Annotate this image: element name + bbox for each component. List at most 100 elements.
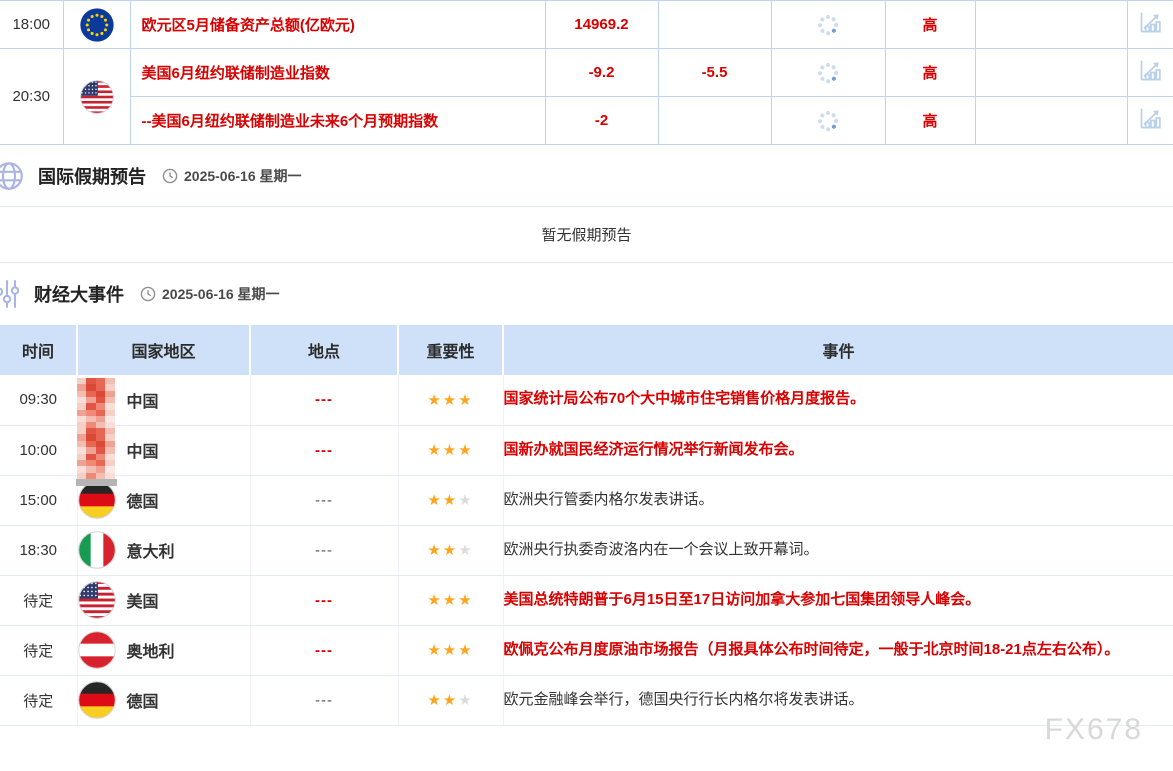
economic-data-row: 18:00欧元区5月储备资产总额(亿欧元)14969.2高 — [0, 1, 1173, 49]
star-filled-icon: ★ — [458, 392, 473, 409]
importance-stars-cell: ★★★ — [398, 575, 503, 625]
importance-cell: 高 — [885, 49, 975, 97]
holiday-section-title: 国际假期预告 — [38, 163, 146, 189]
loading-spinner-icon — [818, 15, 838, 35]
event-description-cell: 国新办就国民经济运行情况举行新闻发布会。 — [503, 425, 1173, 475]
economic-data-row: 20:30美国6月纽约联储制造业指数-9.2-5.5高 — [0, 49, 1173, 97]
empty-cell — [975, 97, 1127, 145]
chart-link-cell — [1127, 1, 1173, 49]
event-location-cell: --- — [250, 575, 398, 625]
loading-spinner-icon — [818, 111, 838, 131]
forecast-value-cell — [658, 1, 771, 49]
clock-icon — [140, 286, 156, 302]
us-flag-icon — [78, 581, 116, 619]
time-cell: 18:00 — [0, 1, 63, 49]
country-name: 美国 — [127, 588, 159, 612]
event-time-cell: 待定 — [0, 625, 77, 675]
chart-icon[interactable] — [1137, 105, 1164, 132]
pixelated-flag-image — [77, 428, 115, 479]
event-time-cell: 待定 — [0, 675, 77, 725]
previous-value-cell: -2 — [545, 97, 658, 145]
event-row: 待定德国---★★★欧元金融峰会举行，德国央行行长内格尔将发表讲话。 — [0, 675, 1173, 725]
event-time-cell: 待定 — [0, 575, 77, 625]
star-filled-icon: ★ — [427, 442, 442, 459]
country-flag-cell — [63, 1, 130, 49]
published-value-cell — [771, 97, 885, 145]
holiday-section-date: 2025-06-16 星期一 — [162, 166, 302, 186]
star-filled-icon: ★ — [427, 542, 442, 559]
star-filled-icon: ★ — [443, 592, 458, 609]
event-description-cell: 欧洲央行执委奇波洛内在一个会议上致开幕词。 — [503, 525, 1173, 575]
event-location-cell: --- — [250, 675, 398, 725]
importance-stars-cell: ★★★ — [398, 675, 503, 725]
star-filled-icon: ★ — [427, 492, 442, 509]
event-row: 10:00中国---★★★国新办就国民经济运行情况举行新闻发布会。 — [0, 425, 1173, 475]
star-empty-icon: ★ — [458, 542, 473, 559]
sliders-icon — [0, 278, 22, 310]
chart-icon[interactable] — [1137, 9, 1164, 36]
forecast-value-cell — [658, 97, 771, 145]
country-name: 奥地利 — [127, 638, 175, 662]
col-header-importance: 重要性 — [398, 325, 503, 375]
at-flag-icon — [78, 631, 116, 669]
forecast-value-cell: -5.5 — [658, 49, 771, 97]
empty-cell — [975, 49, 1127, 97]
holiday-section-header: 国际假期预告 2025-06-16 星期一 — [0, 145, 1173, 207]
country-name: 意大利 — [127, 538, 175, 562]
importance-stars-cell: ★★★ — [398, 625, 503, 675]
pixelated-flag-image — [77, 378, 115, 429]
star-filled-icon: ★ — [443, 442, 458, 459]
indicator-title-cell: --美国6月纽约联储制造业未来6个月预期指数 — [130, 97, 545, 145]
importance-stars-cell: ★★★ — [398, 375, 503, 425]
events-table-header-row: 时间 国家地区 地点 重要性 事件 — [0, 325, 1173, 375]
events-table: 时间 国家地区 地点 重要性 事件 09:30中国---★★★国家统计局公布70… — [0, 325, 1173, 726]
economic-calendar-page: 18:00欧元区5月储备资产总额(亿欧元)14969.2高20:30美国6月纽约… — [0, 0, 1173, 771]
loading-spinner-icon — [818, 63, 838, 83]
star-empty-icon: ★ — [458, 692, 473, 709]
star-filled-icon: ★ — [443, 392, 458, 409]
star-filled-icon: ★ — [427, 642, 442, 659]
importance-cell: 高 — [885, 1, 975, 49]
event-location-cell: --- — [250, 425, 398, 475]
events-section-header: 财经大事件 2025-06-16 星期一 — [0, 263, 1173, 325]
star-filled-icon: ★ — [443, 692, 458, 709]
empty-cell — [975, 1, 1127, 49]
event-country-cell: 中国 — [77, 425, 250, 475]
chart-link-cell — [1127, 97, 1173, 145]
star-filled-icon: ★ — [458, 642, 473, 659]
event-time-cell: 18:30 — [0, 525, 77, 575]
star-filled-icon: ★ — [443, 492, 458, 509]
col-header-time: 时间 — [0, 325, 77, 375]
us-flag-icon — [80, 80, 114, 114]
de-flag-icon — [78, 481, 116, 519]
event-row: 待定美国---★★★美国总统特朗普于6月15日至17日访问加拿大参加七国集团领导… — [0, 575, 1173, 625]
event-location-cell: --- — [250, 375, 398, 425]
country-name: 德国 — [127, 688, 159, 712]
published-value-cell — [771, 49, 885, 97]
event-row: 18:30意大利---★★★欧洲央行执委奇波洛内在一个会议上致开幕词。 — [0, 525, 1173, 575]
star-filled-icon: ★ — [443, 642, 458, 659]
country-name: 德国 — [127, 488, 159, 512]
star-filled-icon: ★ — [458, 442, 473, 459]
event-description-cell: 欧洲央行管委内格尔发表讲话。 — [503, 475, 1173, 525]
indicator-title-cell: 欧元区5月储备资产总额(亿欧元) — [130, 1, 545, 49]
clock-icon — [162, 168, 178, 184]
event-row: 待定奥地利---★★★欧佩克公布月度原油市场报告（月报具体公布时间待定，一般于北… — [0, 625, 1173, 675]
event-country-cell: 美国 — [77, 575, 250, 625]
events-section-date: 2025-06-16 星期一 — [140, 284, 280, 304]
event-location-cell: --- — [250, 525, 398, 575]
it-flag-icon — [78, 531, 116, 569]
event-location-cell: --- — [250, 625, 398, 675]
economic-data-row: --美国6月纽约联储制造业未来6个月预期指数-2高 — [0, 97, 1173, 145]
event-time-cell: 09:30 — [0, 375, 77, 425]
censored-bar — [76, 479, 117, 486]
event-country-cell: 德国 — [77, 675, 250, 725]
event-country-cell: 奥地利 — [77, 625, 250, 675]
country-name: 中国 — [127, 388, 159, 412]
event-country-cell: 意大利 — [77, 525, 250, 575]
event-country-cell: 中国 — [77, 375, 250, 425]
event-location-cell: --- — [250, 475, 398, 525]
chart-icon[interactable] — [1137, 57, 1164, 84]
de-flag-icon — [78, 681, 116, 719]
star-filled-icon: ★ — [443, 542, 458, 559]
